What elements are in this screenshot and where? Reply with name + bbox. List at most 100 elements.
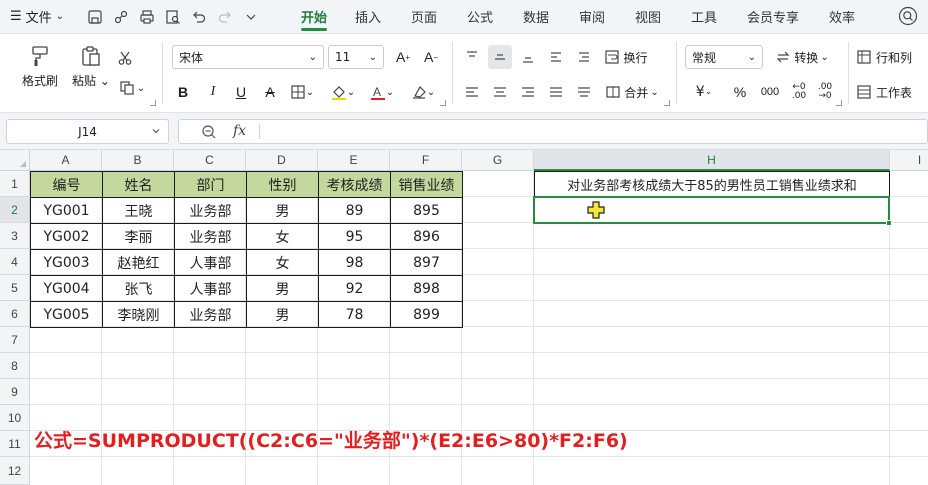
- name-box[interactable]: J14: [6, 119, 169, 144]
- column-header-a[interactable]: A: [30, 150, 102, 171]
- format-painter-button[interactable]: 格式刷: [22, 44, 58, 89]
- tab-view[interactable]: 视图: [620, 0, 676, 33]
- redo-icon[interactable]: [212, 4, 238, 30]
- table-cell[interactable]: 89: [318, 197, 391, 224]
- table-header-cell[interactable]: 考核成绩: [318, 171, 391, 198]
- tab-data[interactable]: 数据: [508, 0, 564, 33]
- table-cell[interactable]: 897: [390, 249, 463, 276]
- clipboard-expand-icon[interactable]: [150, 100, 156, 106]
- table-header-cell[interactable]: 性别: [246, 171, 319, 198]
- worksheet-button[interactable]: 工作表: [856, 80, 928, 104]
- undo-icon[interactable]: [186, 4, 212, 30]
- table-cell[interactable]: 男: [246, 275, 319, 302]
- table-header-cell[interactable]: 姓名: [102, 171, 175, 198]
- table-cell[interactable]: 张飞: [102, 275, 175, 302]
- table-cell[interactable]: YG003: [30, 249, 103, 276]
- row-header-6[interactable]: 6: [0, 301, 30, 327]
- table-cell[interactable]: 895: [390, 197, 463, 224]
- table-cell[interactable]: 78: [318, 301, 391, 328]
- tab-home[interactable]: 开始: [288, 0, 340, 33]
- tab-review[interactable]: 审阅: [564, 0, 620, 33]
- column-header-b[interactable]: B: [102, 150, 174, 171]
- border-icon[interactable]: ⌄: [286, 80, 318, 104]
- print-icon[interactable]: [134, 4, 160, 30]
- column-header-c[interactable]: C: [174, 150, 246, 171]
- currency-icon[interactable]: ¥ ⌄: [690, 80, 718, 104]
- table-cell[interactable]: 男: [246, 301, 319, 328]
- table-cell[interactable]: 896: [390, 223, 463, 250]
- fill-handle[interactable]: [886, 220, 892, 226]
- indent-icon[interactable]: [572, 45, 596, 69]
- underline-icon[interactable]: U: [232, 80, 250, 104]
- table-cell[interactable]: 98: [318, 249, 391, 276]
- tab-member[interactable]: 会员专享: [732, 0, 814, 33]
- number-expand-icon[interactable]: [836, 100, 842, 106]
- file-menu[interactable]: ☰ 文件 ⌄: [0, 7, 82, 26]
- wrap-text-button[interactable]: 换行: [600, 45, 652, 69]
- distributed-align-icon[interactable]: [572, 80, 596, 104]
- column-header-i[interactable]: I: [890, 150, 928, 171]
- tab-efficiency[interactable]: 效率: [814, 0, 870, 33]
- zoom-icon[interactable]: [201, 124, 217, 140]
- share-icon[interactable]: [108, 4, 134, 30]
- number-format-select[interactable]: 常规 ⌄: [685, 45, 763, 69]
- table-header-cell[interactable]: 部门: [174, 171, 247, 198]
- table-cell[interactable]: 李晓刚: [102, 301, 175, 328]
- align-middle-icon[interactable]: [488, 45, 512, 69]
- font-name-select[interactable]: 宋体 ⌄: [172, 45, 324, 69]
- percent-icon[interactable]: %: [730, 80, 750, 104]
- column-header-d[interactable]: D: [246, 150, 318, 171]
- increase-decimal-icon[interactable]: ←0.00: [788, 80, 810, 104]
- table-cell[interactable]: 男: [246, 197, 319, 224]
- row-header-8[interactable]: 8: [0, 353, 30, 379]
- column-header-e[interactable]: E: [318, 150, 390, 171]
- column-header-f[interactable]: F: [390, 150, 462, 171]
- table-cell[interactable]: 女: [246, 249, 319, 276]
- decrease-font-icon[interactable]: A −: [420, 45, 442, 69]
- italic-icon[interactable]: I: [204, 80, 222, 104]
- row-header-9[interactable]: 9: [0, 379, 30, 405]
- tab-page[interactable]: 页面: [396, 0, 452, 33]
- align-left-icon[interactable]: [460, 80, 484, 104]
- tab-formula[interactable]: 公式: [452, 0, 508, 33]
- row-header-12[interactable]: 12: [0, 457, 30, 485]
- table-cell[interactable]: 女: [246, 223, 319, 250]
- table-cell[interactable]: 业务部: [174, 197, 247, 224]
- fill-color-icon[interactable]: ⌄: [326, 80, 360, 104]
- column-header-g[interactable]: G: [462, 150, 534, 171]
- table-cell[interactable]: YG004: [30, 275, 103, 302]
- text-direction-icon[interactable]: [544, 45, 568, 69]
- row-header-5[interactable]: 5: [0, 275, 30, 301]
- convert-button[interactable]: 转换 ⌄: [770, 45, 834, 69]
- table-header-cell[interactable]: 编号: [30, 171, 103, 198]
- tab-insert[interactable]: 插入: [340, 0, 396, 33]
- row-header-7[interactable]: 7: [0, 327, 30, 353]
- copy-icon[interactable]: ⌄: [114, 76, 150, 100]
- table-header-cell[interactable]: 销售业绩: [390, 171, 463, 198]
- align-bottom-icon[interactable]: [516, 45, 540, 69]
- table-cell[interactable]: 业务部: [174, 301, 247, 328]
- save-icon[interactable]: [82, 4, 108, 30]
- table-cell[interactable]: YG005: [30, 301, 103, 328]
- font-size-select[interactable]: 11 ⌄: [328, 45, 384, 69]
- column-header-h[interactable]: H: [534, 150, 890, 171]
- paste-button[interactable]: 粘贴 ⌄: [72, 44, 110, 89]
- table-cell[interactable]: 899: [390, 301, 463, 328]
- table-cell[interactable]: 赵艳红: [102, 249, 175, 276]
- table-cell[interactable]: 898: [390, 275, 463, 302]
- table-cell[interactable]: 人事部: [174, 275, 247, 302]
- rows-columns-button[interactable]: 行和列: [856, 45, 928, 69]
- align-right-icon[interactable]: [516, 80, 540, 104]
- align-top-icon[interactable]: [460, 45, 484, 69]
- merge-cells-button[interactable]: 合并 ⌄: [600, 80, 664, 104]
- justify-icon[interactable]: [544, 80, 568, 104]
- alignment-expand-icon[interactable]: [664, 100, 670, 106]
- row-header-11[interactable]: 11: [0, 431, 30, 457]
- increase-font-icon[interactable]: A +: [392, 45, 414, 69]
- formula-input[interactable]: fx: [178, 119, 928, 144]
- row-header-1[interactable]: 1: [0, 171, 30, 197]
- print-preview-icon[interactable]: [160, 4, 186, 30]
- table-cell[interactable]: 95: [318, 223, 391, 250]
- search-icon[interactable]: [898, 6, 918, 26]
- spreadsheet-grid[interactable]: A B C D E F G H I 1 2 3 4 5 6 7 8 9 10 1…: [0, 150, 928, 485]
